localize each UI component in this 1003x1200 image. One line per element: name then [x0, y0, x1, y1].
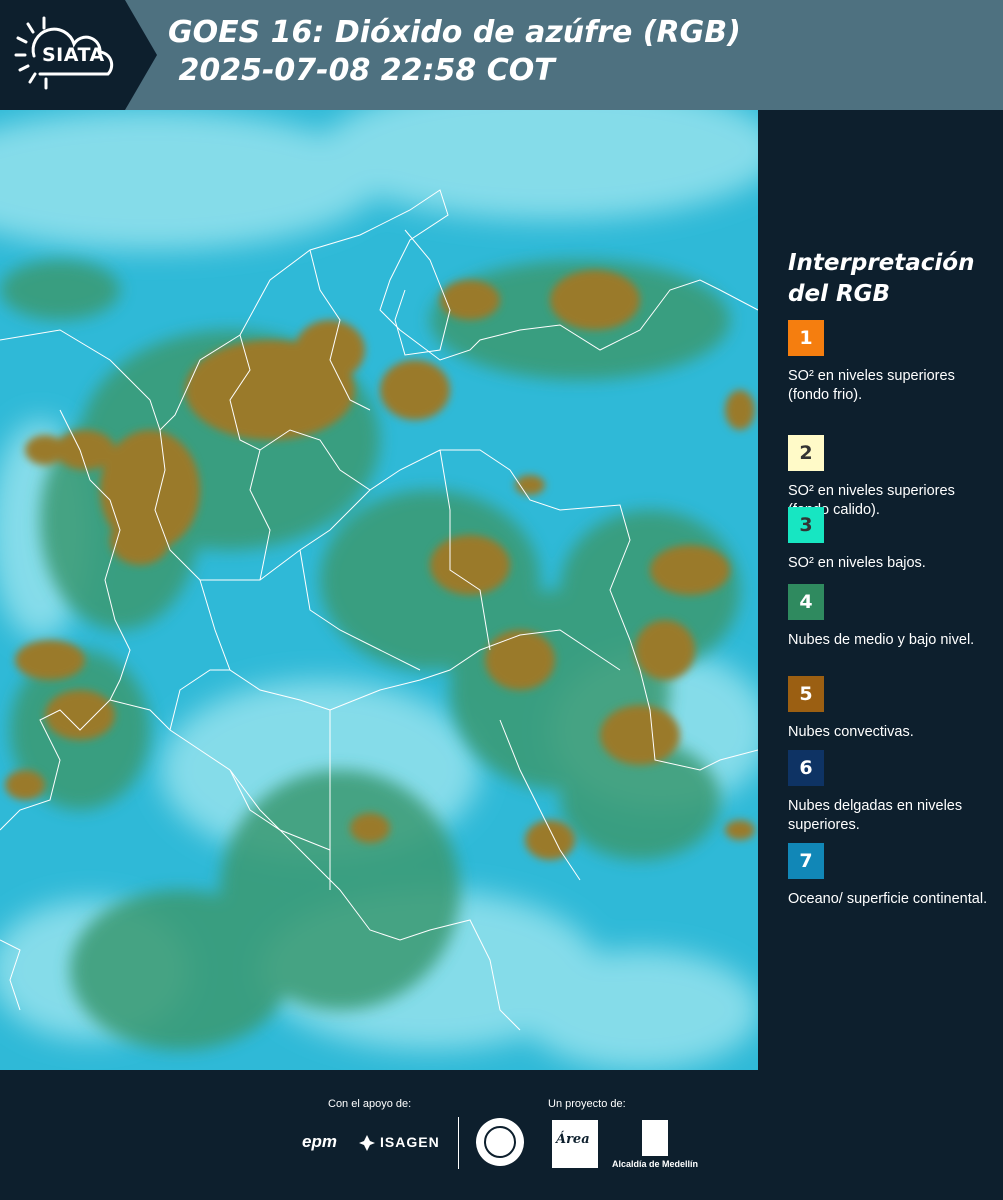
satellite-map	[0, 110, 758, 1070]
legend-text: SO² en niveles superiores (fondo frio).	[788, 368, 955, 403]
legend-item: 6 Nubes delgadas en niveles superiores.	[788, 750, 998, 835]
area-logo-text: Área	[556, 1132, 590, 1147]
logo-arrow	[125, 0, 157, 110]
footer-divider	[458, 1117, 459, 1169]
legend-text: SO² en niveles bajos.	[788, 555, 926, 571]
footer: Con el apoyo de: Un proyecto de: epm ISA…	[0, 1070, 1003, 1200]
legend-text: Nubes de medio y bajo nivel.	[788, 632, 975, 648]
siata-logo-text: SIATA	[42, 44, 105, 66]
legend-item: 4 Nubes de medio y bajo nivel.	[788, 584, 998, 650]
legend-title: Interpretación del RGB	[788, 250, 975, 307]
support-label: Con el apoyo de:	[328, 1098, 412, 1110]
legend-text: Oceano/ superficie continental.	[788, 891, 988, 907]
logo-block: SIATA	[0, 0, 125, 110]
project-label: Un proyecto de:	[548, 1098, 626, 1110]
legend-swatch: 3	[788, 507, 824, 543]
legend-item: 3 SO² en niveles bajos.	[788, 507, 998, 573]
legend-text: Nubes convectivas.	[788, 724, 914, 740]
isagen-logo: ISAGEN	[380, 1134, 440, 1150]
map-canvas	[0, 110, 758, 1070]
legend-swatch: 2	[788, 435, 824, 471]
legend-panel: Interpretación del RGB 1 SO² en niveles s…	[758, 110, 1003, 1070]
alcaldia-logo-text: Alcaldía de Medellín	[612, 1159, 699, 1169]
legend-swatch: 4	[788, 584, 824, 620]
legend-swatch: 5	[788, 676, 824, 712]
legend-swatch: 6	[788, 750, 824, 786]
legend-item: 1 SO² en niveles superiores (fondo frio).	[788, 320, 998, 405]
legend-swatch: 1	[788, 320, 824, 356]
page-title: GOES 16: Dióxido de azúfre (RGB) 2025-07…	[168, 15, 741, 88]
isagen-mark-icon	[359, 1135, 375, 1151]
header-bar: SIATA GOES 16: Dióxido de azúfre (RGB) 2…	[0, 0, 1003, 110]
legend-text: Nubes delgadas en niveles superiores.	[788, 798, 963, 833]
legend-item: 5 Nubes convectivas.	[788, 676, 998, 742]
legend-swatch: 7	[788, 843, 824, 879]
legend-item: 7 Oceano/ superficie continental.	[788, 843, 998, 909]
epm-logo: epm	[302, 1132, 337, 1151]
alcaldia-crest-icon	[642, 1120, 668, 1156]
area-metropolitana-logo: Área	[552, 1120, 598, 1168]
medellin-seal-icon	[476, 1118, 524, 1166]
